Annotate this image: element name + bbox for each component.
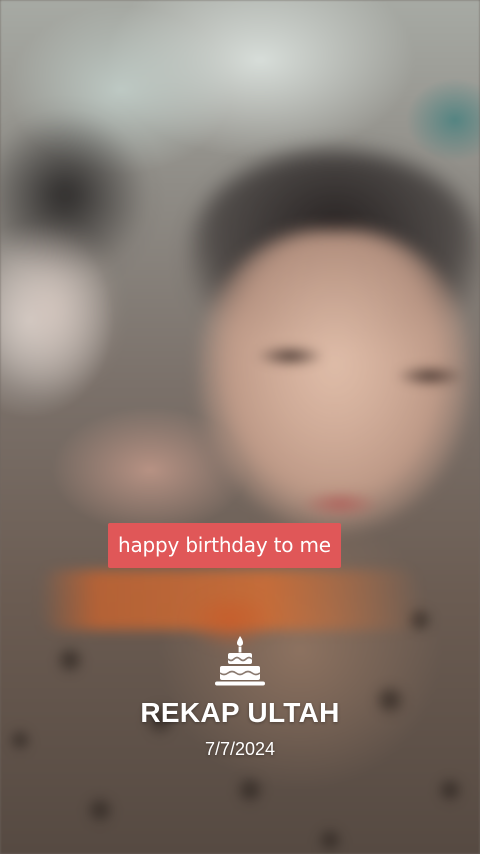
overlay-date: 7/7/2024 <box>204 739 276 759</box>
birthday-cake-icon <box>215 636 265 686</box>
caption-sticker: happy birthday to me <box>108 523 341 568</box>
overlay-title: REKAP ULTAH <box>140 697 340 728</box>
